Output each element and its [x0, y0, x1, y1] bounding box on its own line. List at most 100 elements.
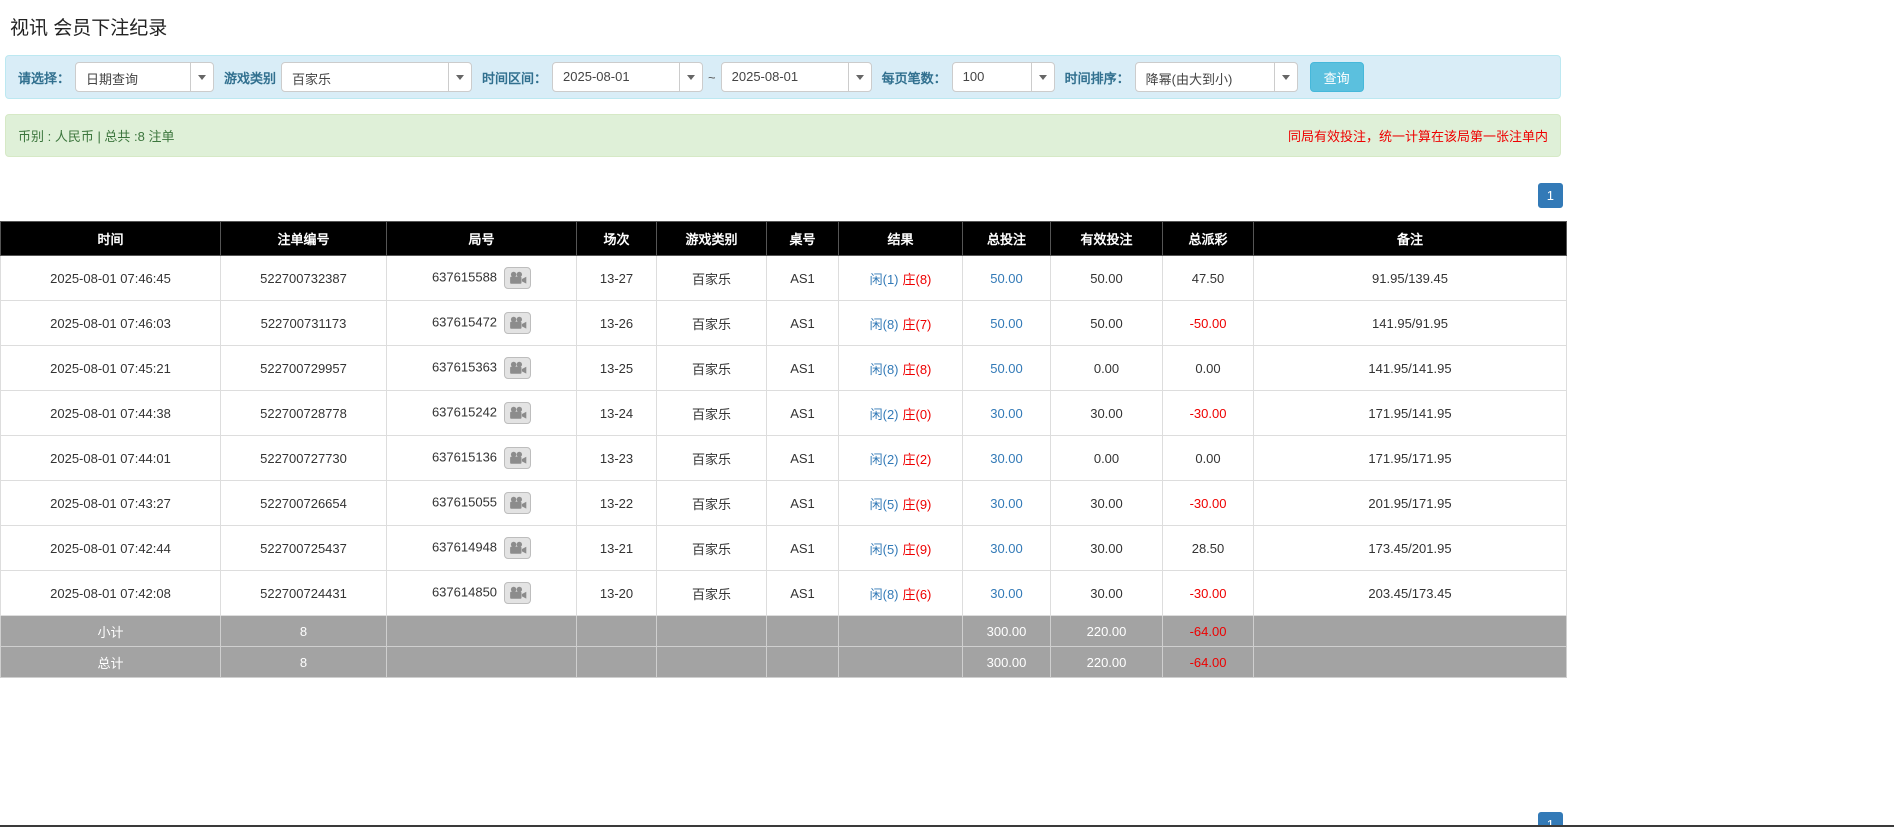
video-replay-icon[interactable]	[504, 537, 531, 559]
table-row: 2025-08-01 07:44:38 522700728778 6376152…	[1, 391, 1567, 436]
round-number: 637614850	[432, 584, 497, 599]
cell-remark: 141.95/91.95	[1254, 301, 1567, 346]
total-count: 8	[221, 647, 387, 678]
chevron-down-icon[interactable]	[190, 62, 214, 92]
cell-payout: 0.00	[1163, 436, 1254, 481]
empty-cell	[1254, 616, 1567, 647]
banker-result: 庄(9)	[903, 542, 932, 557]
total-bet-link[interactable]: 30.00	[990, 586, 1023, 601]
cell-payout: -30.00	[1163, 481, 1254, 526]
sort-order-select[interactable]: 降幂(由大到小)	[1135, 62, 1298, 92]
date-from-select[interactable]: 2025-08-01	[552, 62, 703, 92]
banker-result: 庄(6)	[903, 587, 932, 602]
banker-result: 庄(8)	[903, 272, 932, 287]
page-1-button[interactable]: 1	[1538, 183, 1563, 208]
col-header-game-type: 游戏类别	[657, 222, 767, 256]
cell-round: 637614948	[387, 526, 577, 571]
banker-result: 庄(8)	[903, 362, 932, 377]
chevron-down-icon[interactable]	[848, 62, 872, 92]
cell-time: 2025-08-01 07:44:01	[1, 436, 221, 481]
summary-bar: 币别 : 人民币 | 总共 :8 注单 同局有效投注，统一计算在该局第一张注单内	[5, 114, 1561, 157]
cell-payout: -50.00	[1163, 301, 1254, 346]
page-size-select[interactable]: 100	[952, 62, 1055, 92]
player-result: 闲(8)	[870, 317, 899, 332]
round-number: 637615588	[432, 269, 497, 284]
cell-time: 2025-08-01 07:45:21	[1, 346, 221, 391]
cell-total-bet: 50.00	[963, 301, 1051, 346]
date-to-select[interactable]: 2025-08-01	[721, 62, 872, 92]
banker-result: 庄(9)	[903, 497, 932, 512]
col-header-time: 时间	[1, 222, 221, 256]
cell-result: 闲(5)庄(9)	[839, 526, 963, 571]
cell-session: 13-24	[577, 391, 657, 436]
cell-time: 2025-08-01 07:46:45	[1, 256, 221, 301]
cell-session: 13-25	[577, 346, 657, 391]
cell-total-bet: 30.00	[963, 481, 1051, 526]
video-replay-icon[interactable]	[504, 492, 531, 514]
search-button[interactable]: 查询	[1310, 62, 1364, 92]
empty-cell	[839, 616, 963, 647]
cell-payout: 0.00	[1163, 346, 1254, 391]
video-replay-icon[interactable]	[504, 582, 531, 604]
total-bet-link[interactable]: 30.00	[990, 541, 1023, 556]
query-type-select[interactable]: 日期查询	[75, 62, 214, 92]
cell-payout: 47.50	[1163, 256, 1254, 301]
col-header-valid-bet: 有效投注	[1051, 222, 1163, 256]
filter-select-label: 请选择：	[18, 68, 70, 87]
cell-table-no: AS1	[767, 571, 839, 616]
cell-bet-id: 522700725437	[221, 526, 387, 571]
game-type-select[interactable]: 百家乐	[281, 62, 472, 92]
cell-table-no: AS1	[767, 256, 839, 301]
col-header-result: 结果	[839, 222, 963, 256]
video-replay-icon[interactable]	[504, 402, 531, 424]
cell-table-no: AS1	[767, 346, 839, 391]
player-result: 闲(1)	[870, 272, 899, 287]
cell-game-type: 百家乐	[657, 391, 767, 436]
video-replay-icon[interactable]	[504, 312, 531, 334]
cell-bet-id: 522700726654	[221, 481, 387, 526]
col-header-bet-id: 注单编号	[221, 222, 387, 256]
cell-table-no: AS1	[767, 526, 839, 571]
col-header-payout: 总派彩	[1163, 222, 1254, 256]
query-type-value: 日期查询	[75, 62, 191, 92]
banker-result: 庄(0)	[903, 407, 932, 422]
chevron-down-icon[interactable]	[1031, 62, 1055, 92]
video-replay-icon[interactable]	[504, 447, 531, 469]
cell-remark: 203.45/173.45	[1254, 571, 1567, 616]
cell-bet-id: 522700724431	[221, 571, 387, 616]
cell-payout: -30.00	[1163, 391, 1254, 436]
date-to-value: 2025-08-01	[721, 62, 849, 92]
cell-game-type: 百家乐	[657, 571, 767, 616]
time-range-label: 时间区间：	[482, 68, 547, 87]
total-payout: -64.00	[1163, 647, 1254, 678]
cell-payout: -30.00	[1163, 571, 1254, 616]
cell-round: 637614850	[387, 571, 577, 616]
subtotal-valid-bet: 220.00	[1051, 616, 1163, 647]
video-replay-icon[interactable]	[504, 357, 531, 379]
chevron-down-icon[interactable]	[1274, 62, 1298, 92]
video-replay-icon[interactable]	[504, 267, 531, 289]
total-bet-link[interactable]: 30.00	[990, 496, 1023, 511]
col-header-session: 场次	[577, 222, 657, 256]
cell-time: 2025-08-01 07:42:44	[1, 526, 221, 571]
round-number: 637615055	[432, 494, 497, 509]
total-bet-link[interactable]: 50.00	[990, 271, 1023, 286]
cell-game-type: 百家乐	[657, 481, 767, 526]
cell-result: 闲(2)庄(0)	[839, 391, 963, 436]
filter-bar: 请选择： 日期查询 游戏类别 百家乐 时间区间： 2025-08-01 ~ 20…	[5, 55, 1561, 99]
cell-round: 637615363	[387, 346, 577, 391]
cell-valid-bet: 50.00	[1051, 256, 1163, 301]
empty-cell	[657, 616, 767, 647]
cell-valid-bet: 0.00	[1051, 436, 1163, 481]
cell-remark: 201.95/171.95	[1254, 481, 1567, 526]
date-from-value: 2025-08-01	[552, 62, 680, 92]
cell-round: 637615588	[387, 256, 577, 301]
total-bet-link[interactable]: 50.00	[990, 316, 1023, 331]
chevron-down-icon[interactable]	[448, 62, 472, 92]
cell-bet-id: 522700728778	[221, 391, 387, 436]
total-bet-link[interactable]: 30.00	[990, 406, 1023, 421]
total-bet-link[interactable]: 50.00	[990, 361, 1023, 376]
total-bet-link[interactable]: 30.00	[990, 451, 1023, 466]
cell-table-no: AS1	[767, 391, 839, 436]
chevron-down-icon[interactable]	[679, 62, 703, 92]
